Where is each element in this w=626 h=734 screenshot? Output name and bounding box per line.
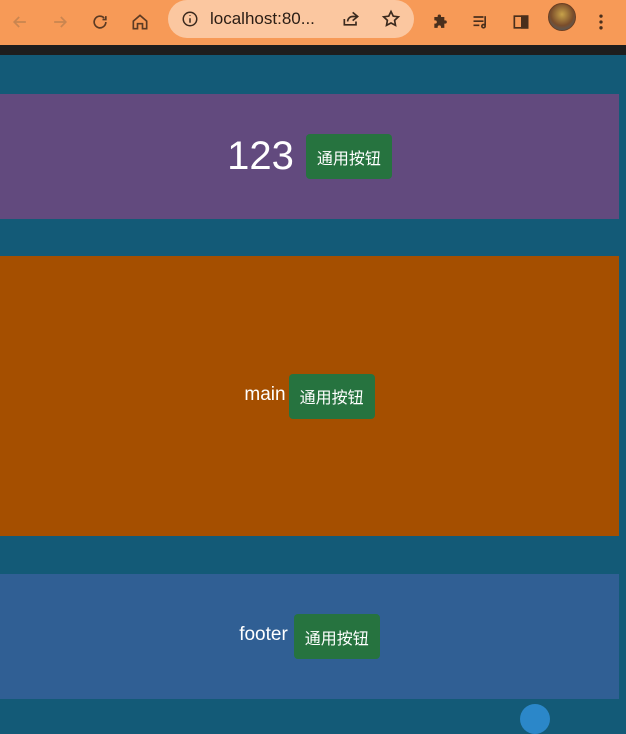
- address-bar[interactable]: localhost:80...: [168, 0, 414, 38]
- info-icon[interactable]: [180, 9, 200, 29]
- header-label: 123: [227, 134, 294, 178]
- kebab-menu-icon[interactable]: [585, 6, 617, 38]
- floating-circle-button[interactable]: [520, 704, 550, 734]
- header-generic-button[interactable]: 通用按钮: [305, 134, 392, 179]
- footer-generic-button[interactable]: 通用按钮: [293, 614, 380, 659]
- footer-label: footer: [239, 623, 288, 645]
- home-icon[interactable]: [124, 6, 156, 38]
- main-section: main 通用按钮: [0, 256, 619, 536]
- browser-toolbar: localhost:80...: [0, 0, 626, 45]
- main-generic-button[interactable]: 通用按钮: [288, 373, 375, 419]
- reload-icon[interactable]: [84, 6, 116, 38]
- profile-avatar[interactable]: [548, 3, 576, 31]
- forward-arrow-icon[interactable]: [44, 6, 76, 38]
- header-section: 123 通用按钮: [0, 94, 619, 219]
- footer-section: footer 通用按钮: [0, 574, 619, 699]
- url-text[interactable]: localhost:80...: [210, 9, 315, 29]
- toolbar-divider: [0, 45, 626, 55]
- side-panel-icon[interactable]: [505, 6, 537, 38]
- media-queue-icon[interactable]: [465, 6, 497, 38]
- back-arrow-icon[interactable]: [4, 6, 36, 38]
- star-icon[interactable]: [380, 8, 402, 30]
- puzzle-icon[interactable]: [425, 6, 457, 38]
- share-icon[interactable]: [340, 8, 362, 30]
- main-label: main: [244, 384, 286, 405]
